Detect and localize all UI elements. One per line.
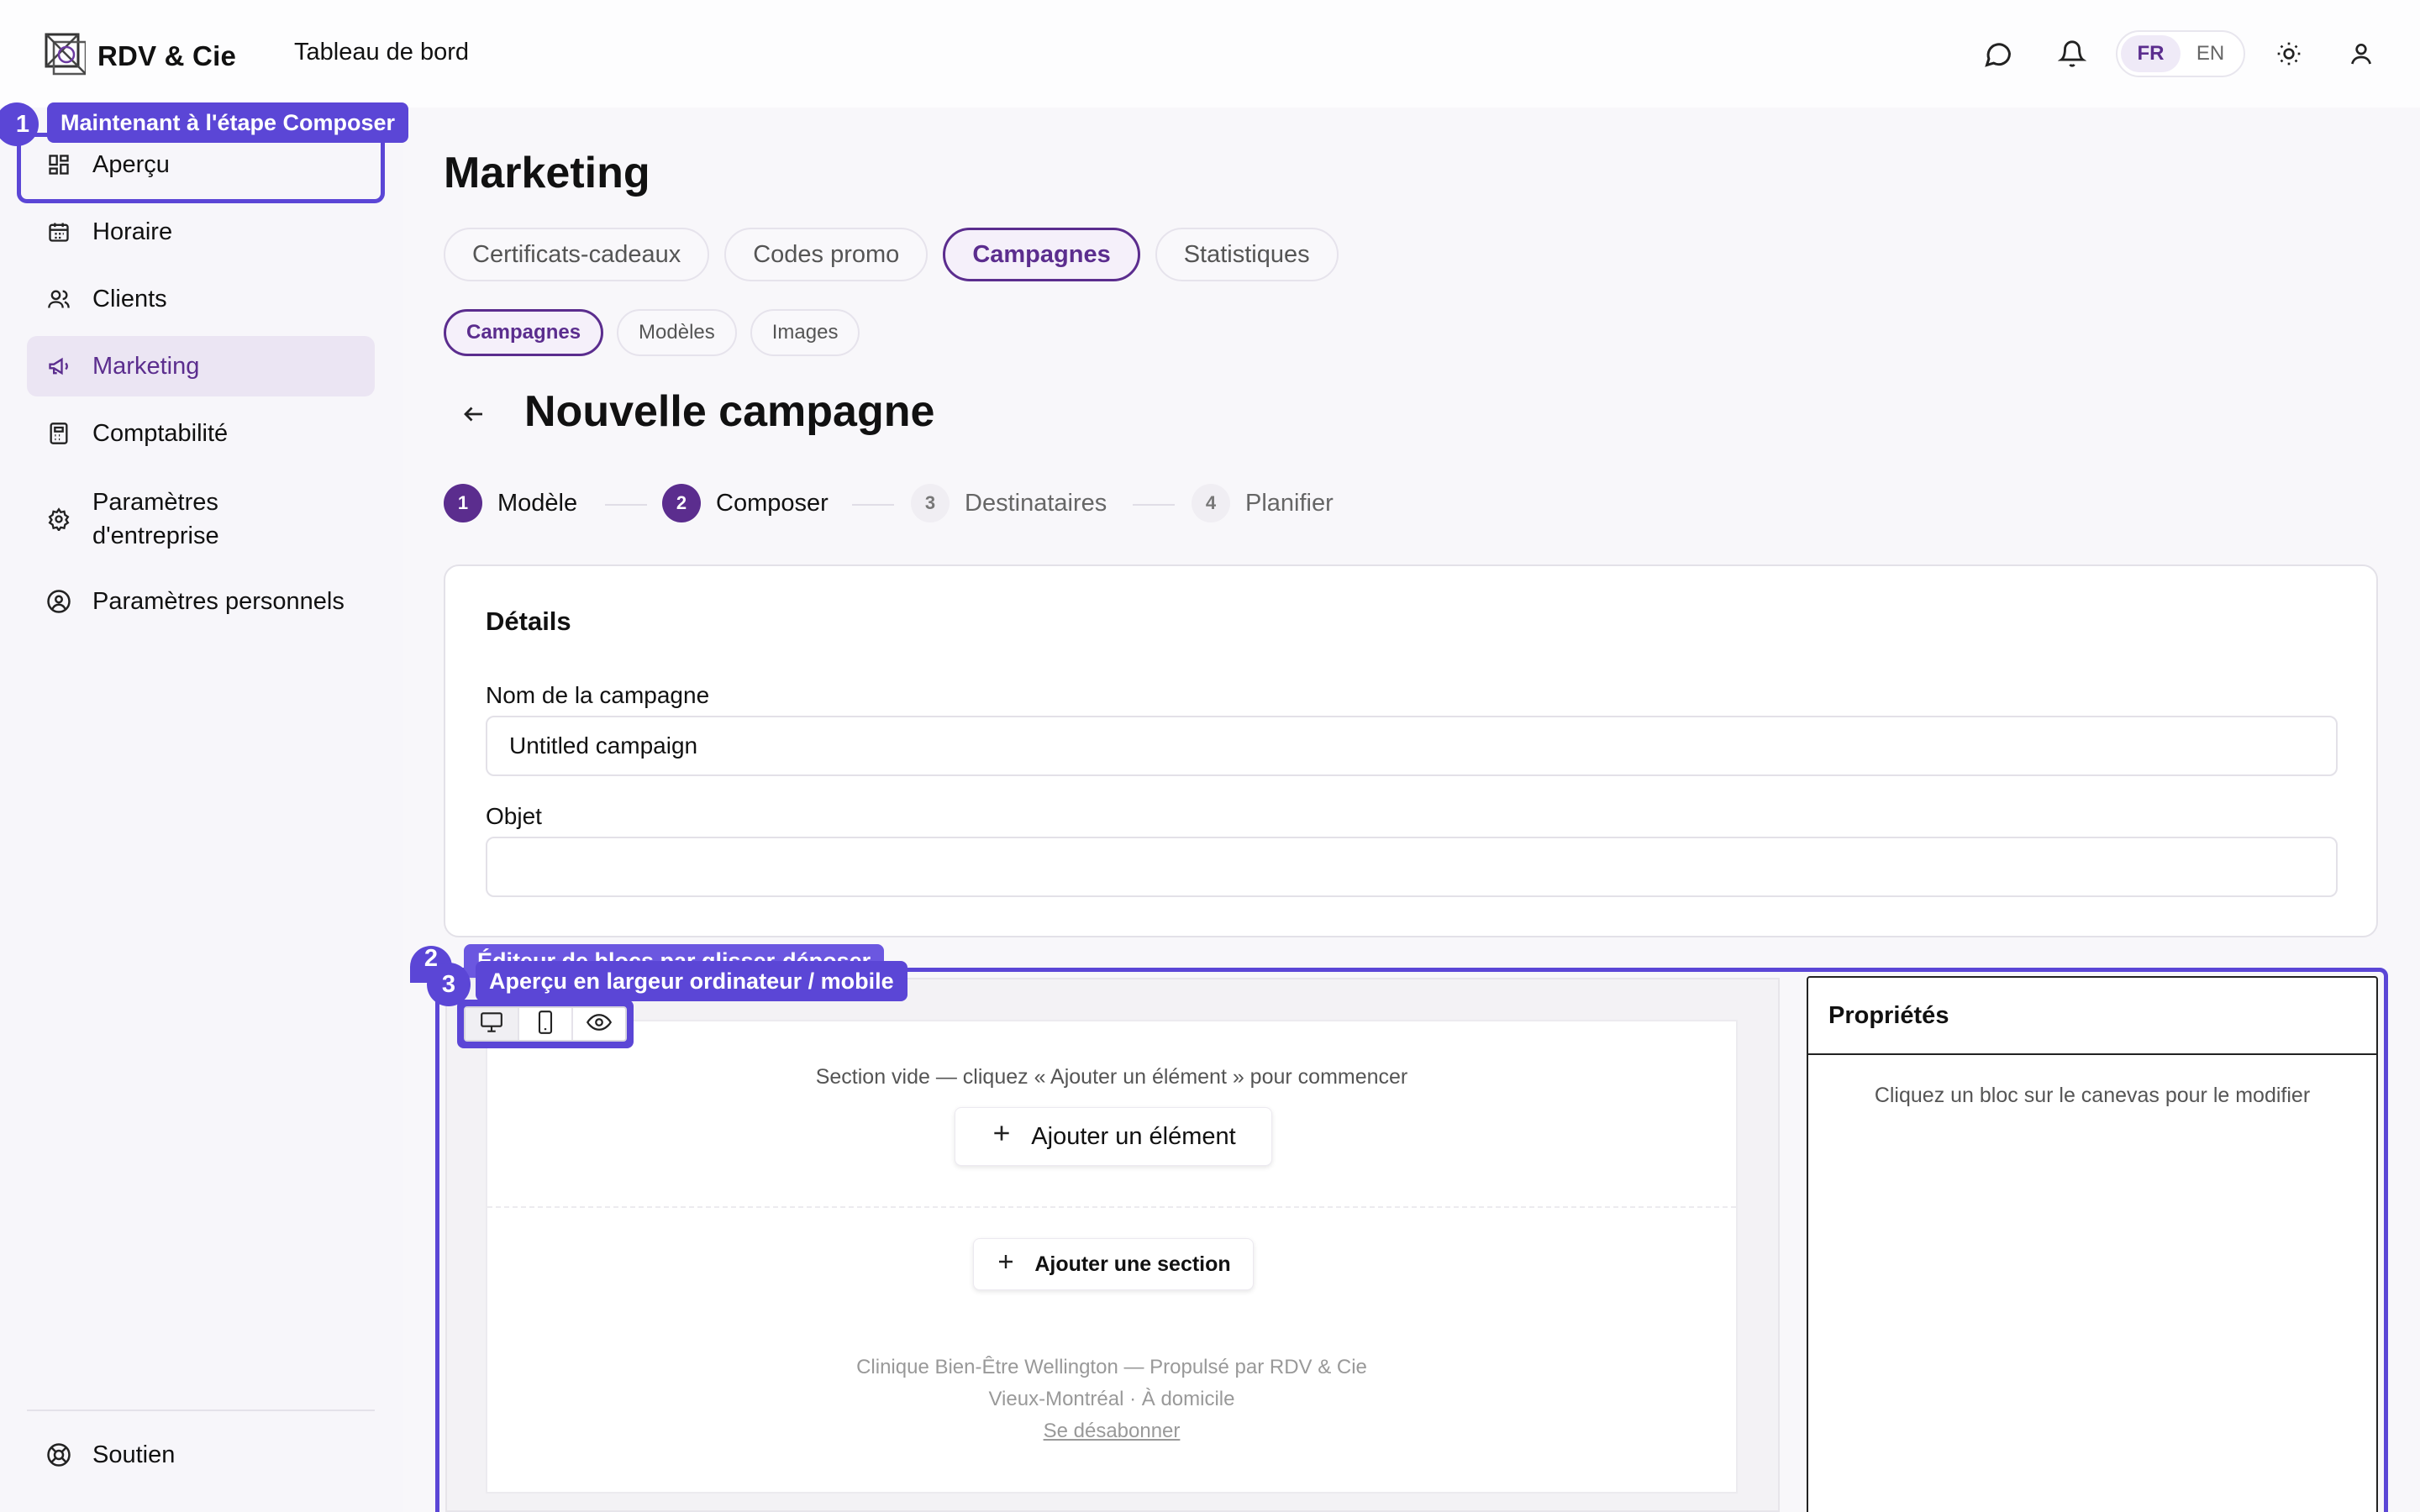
details-card: Détails Nom de la campagne Objet (444, 564, 2378, 937)
tour-highlight-apercu (17, 133, 385, 203)
subject-label: Objet (486, 803, 542, 829)
tour-badge-3: 3 (427, 963, 471, 1006)
sidebar-item-label: Horaire (92, 218, 173, 245)
bell-icon[interactable] (2055, 37, 2089, 71)
tab-statistiques[interactable]: Statistiques (1155, 228, 1339, 281)
step-modele[interactable]: 1 Modèle (444, 484, 577, 522)
back-arrow-icon[interactable] (457, 397, 491, 431)
users-icon (45, 286, 72, 312)
top-bar: RDV & Cie Tableau de bord FR EN (0, 0, 2420, 108)
page-header-title: Tableau de bord (294, 39, 469, 66)
monitor-icon (479, 1011, 504, 1037)
sidebar-item-soutien[interactable]: Soutien (27, 1425, 375, 1485)
sun-icon[interactable] (2272, 37, 2306, 71)
mobile-preview-button[interactable] (519, 1008, 573, 1040)
step-label: Planifier (1245, 489, 1334, 517)
brand[interactable]: RDV & Cie (44, 32, 236, 80)
sidebar-item-marketing[interactable]: Marketing (27, 336, 375, 396)
tour-tooltip-3-text: Aperçu en largeur ordinateur / mobile (489, 968, 894, 994)
eye-icon (586, 1013, 613, 1036)
sidebar-divider (27, 1410, 375, 1411)
sidebar-item-clients[interactable]: Clients (27, 269, 375, 329)
marketing-tabs: Certificats-cadeaux Codes promo Campagne… (444, 228, 1339, 281)
step-number: 1 (444, 484, 482, 522)
tab-campagnes[interactable]: Campagnes (943, 228, 1140, 281)
logo-icon (44, 32, 87, 80)
sidebar-item-label: Clients (92, 285, 167, 312)
details-title: Détails (486, 606, 571, 636)
tab-certificats[interactable]: Certificats-cadeaux (444, 228, 710, 281)
calculator-icon (45, 420, 72, 447)
step-planifier[interactable]: 4 Planifier (1192, 484, 1334, 522)
preview-eye-button[interactable] (573, 1008, 625, 1040)
tour-highlight-editor (435, 968, 2388, 1512)
sidebar-item-label: Soutien (92, 1441, 176, 1468)
lifebuoy-icon (45, 1441, 72, 1468)
desktop-preview-button[interactable] (466, 1008, 519, 1040)
step-number: 2 (662, 484, 701, 522)
sidebar-item-label: Marketing (92, 352, 200, 380)
wizard-stepper: 1 Modèle 2 Composer 3 Destinataires 4 Pl… (444, 484, 1368, 524)
subject-input[interactable] (486, 837, 2338, 897)
sidebar-item-horaire[interactable]: Horaire (27, 202, 375, 262)
subtab-images[interactable]: Images (750, 309, 860, 356)
step-label: Modèle (497, 489, 578, 517)
gear-icon (45, 506, 72, 533)
language-switcher[interactable]: FR EN (2116, 30, 2245, 77)
tour-badge-1-num: 1 (15, 110, 30, 138)
sidebar-item-comptabilite[interactable]: Comptabilité (27, 403, 375, 464)
step-number: 4 (1192, 484, 1230, 522)
subtab-campagnes[interactable]: Campagnes (444, 309, 604, 356)
tab-codes-promo[interactable]: Codes promo (724, 228, 929, 281)
tour-tooltip-3: Aperçu en largeur ordinateur / mobile (476, 961, 908, 1001)
campaign-title: Nouvelle campagne (524, 387, 935, 436)
lang-fr[interactable]: FR (2121, 35, 2181, 72)
tour-badge-3-num: 3 (441, 970, 456, 998)
smartphone-icon (536, 1010, 555, 1038)
step-number: 3 (911, 484, 950, 522)
step-connector (1133, 504, 1175, 506)
step-connector (852, 504, 894, 506)
campaign-name-label: Nom de la campagne (486, 682, 710, 708)
tour-tooltip-1: Maintenant à l'étape Composer (47, 102, 408, 143)
step-destinataires[interactable]: 3 Destinataires (911, 484, 1107, 522)
step-label: Composer (716, 489, 829, 517)
campaign-subtabs: Campagnes Modèles Images (444, 309, 860, 356)
brand-name: RDV & Cie (97, 39, 236, 71)
step-connector (605, 504, 647, 506)
campaign-name-input[interactable] (486, 716, 2338, 776)
user-icon[interactable] (2344, 37, 2378, 71)
step-composer[interactable]: 2 Composer (662, 484, 829, 522)
preview-toolbar (457, 1000, 634, 1048)
subtab-modeles[interactable]: Modèles (617, 309, 737, 356)
chat-icon[interactable] (1981, 37, 2015, 71)
sidebar-item-label: Paramètres d'entreprise (92, 489, 219, 549)
sidebar-item-label: Paramètres personnels (92, 587, 345, 615)
lang-en[interactable]: EN (2181, 35, 2240, 72)
page-title: Marketing (444, 149, 650, 197)
sidebar-item-parametres-personnels[interactable]: Paramètres personnels (27, 571, 375, 632)
step-label: Destinataires (965, 489, 1107, 517)
calendar-icon (45, 218, 72, 245)
user-circle-icon (45, 588, 72, 615)
sidebar-item-label: Comptabilité (92, 419, 229, 447)
tour-tooltip-1-text: Maintenant à l'étape Composer (60, 109, 395, 135)
megaphone-icon (45, 353, 72, 380)
sidebar-item-parametres-entreprise[interactable]: Paramètres d'entreprise (27, 477, 375, 561)
